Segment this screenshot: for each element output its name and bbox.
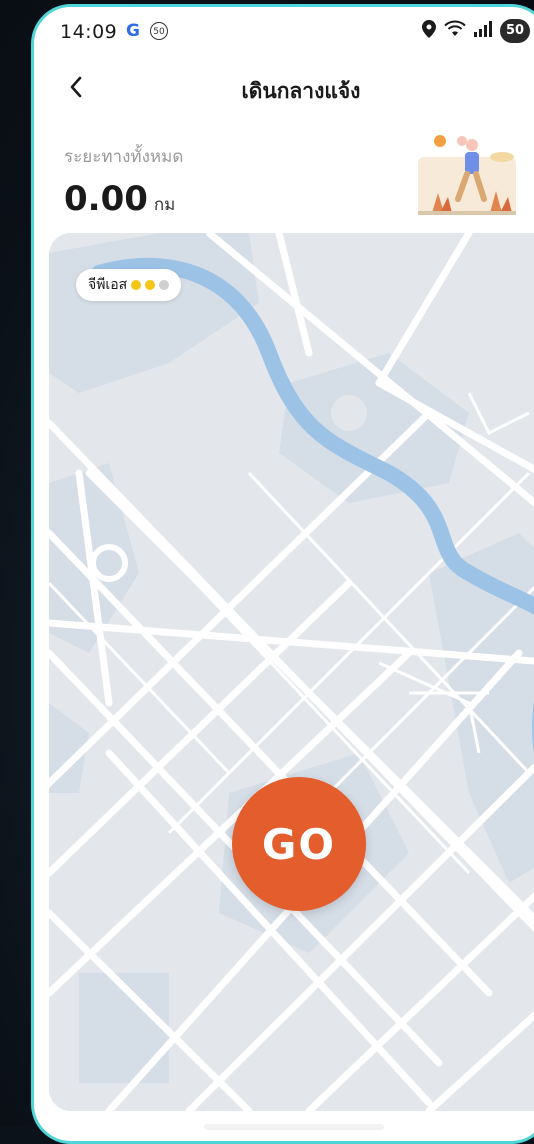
gps-signal-dot-1 xyxy=(131,280,142,290)
phone-screen: 14:09 G 50 50 เดินกลางแจ้ง ระยะทางทั้งหม… xyxy=(31,4,534,1144)
walking-illustration-icon xyxy=(412,127,524,217)
speed-badge-icon: 50 xyxy=(150,22,168,40)
gps-signal-dot-3 xyxy=(159,280,170,290)
distance-number: 0.00 xyxy=(64,179,148,219)
page-title: เดินกลางแจ้ง xyxy=(241,79,361,103)
home-indicator[interactable] xyxy=(204,1124,384,1130)
distance-unit: กม xyxy=(153,195,176,215)
status-icons: 50 xyxy=(422,19,530,43)
go-button[interactable]: GO xyxy=(232,777,366,911)
header: เดินกลางแจ้ง xyxy=(34,57,534,117)
gps-label: จีพีเอส xyxy=(88,277,128,293)
signal-icon xyxy=(474,21,492,41)
battery-icon: 50 xyxy=(500,19,530,43)
wifi-icon xyxy=(444,20,466,42)
status-time: 14:09 xyxy=(60,21,118,43)
gps-signal-dot-2 xyxy=(145,280,156,290)
location-icon xyxy=(422,20,436,42)
distance-label: ระยะทางทั้งหมด xyxy=(64,147,184,167)
status-bar: 14:09 G 50 50 xyxy=(34,7,534,57)
distance-value: 0.00 กม xyxy=(64,179,175,219)
gps-indicator: จีพีเอส xyxy=(76,269,182,301)
map-view[interactable] xyxy=(49,233,534,1111)
google-icon: G xyxy=(126,21,140,41)
